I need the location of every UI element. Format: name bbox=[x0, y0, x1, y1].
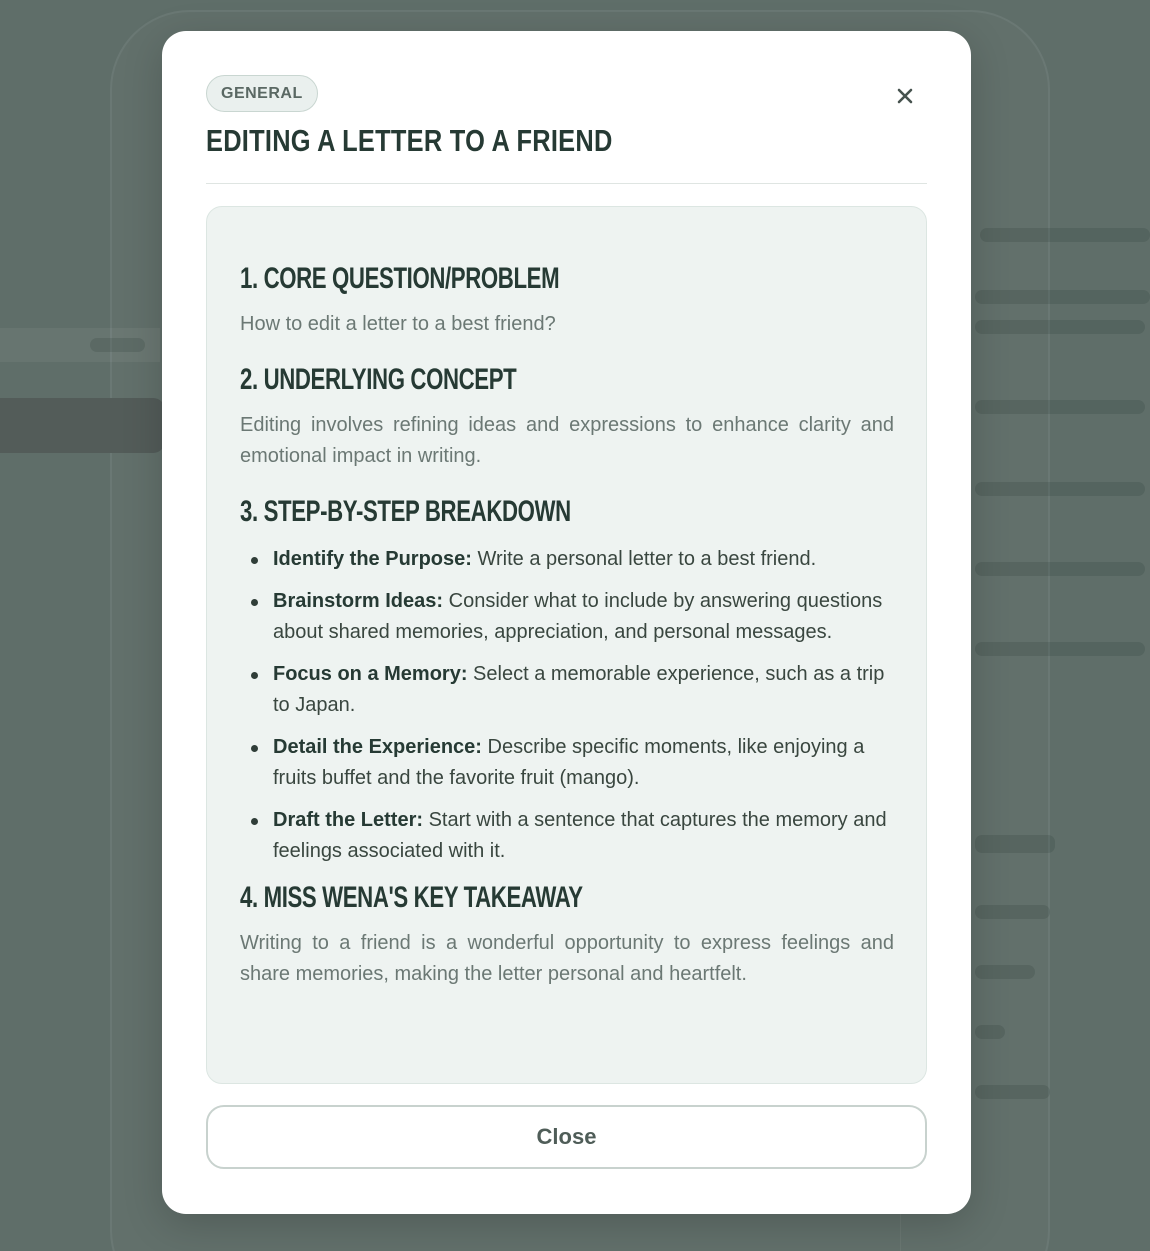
section-text: Writing to a friend is a wonderful oppor… bbox=[240, 932, 894, 985]
step-title: Brainstorm Ideas: bbox=[273, 590, 444, 612]
step-title: Identify the Purpose: bbox=[273, 548, 472, 570]
modal-overlay[interactable]: GENERAL EDITING A LETTER TO A FRIEND 1. … bbox=[0, 0, 1150, 1251]
title-divider bbox=[206, 183, 927, 184]
section-heading: 4. MISS WENA'S KEY TAKEAWAY bbox=[240, 881, 583, 914]
list-item: Brainstorm Ideas: Consider what to inclu… bbox=[240, 586, 894, 648]
close-icon[interactable] bbox=[896, 87, 914, 105]
section-heading: 3. STEP-BY-STEP BREAKDOWN bbox=[240, 495, 571, 528]
category-tag: GENERAL bbox=[206, 75, 318, 112]
list-item: Detail the Experience: Describe specific… bbox=[240, 732, 894, 794]
step-list: Identify the Purpose: Write a personal l… bbox=[240, 544, 894, 867]
lesson-content: 1. CORE QUESTION/PROBLEM How to edit a l… bbox=[206, 206, 927, 1084]
section-heading: 1. CORE QUESTION/PROBLEM bbox=[240, 262, 560, 295]
step-text: Write a personal letter to a best friend… bbox=[477, 548, 817, 570]
section-text: How to edit a letter to a best friend? bbox=[240, 313, 556, 335]
list-item: Focus on a Memory: Select a memorable ex… bbox=[240, 659, 894, 721]
list-item: Identify the Purpose: Write a personal l… bbox=[240, 544, 894, 575]
close-button[interactable]: Close bbox=[206, 1105, 927, 1169]
close-icon-button[interactable] bbox=[890, 81, 920, 111]
section-text: Editing involves refining ideas and expr… bbox=[240, 414, 894, 467]
step-title: Detail the Experience: bbox=[273, 736, 482, 758]
list-item: Draft the Letter: Start with a sentence … bbox=[240, 805, 894, 867]
step-title: Focus on a Memory: bbox=[273, 663, 468, 685]
lesson-modal: GENERAL EDITING A LETTER TO A FRIEND 1. … bbox=[162, 31, 971, 1214]
section-heading: 2. UNDERLYING CONCEPT bbox=[240, 363, 517, 396]
step-title: Draft the Letter: bbox=[273, 809, 424, 831]
modal-title: EDITING A LETTER TO A FRIEND bbox=[206, 123, 613, 158]
